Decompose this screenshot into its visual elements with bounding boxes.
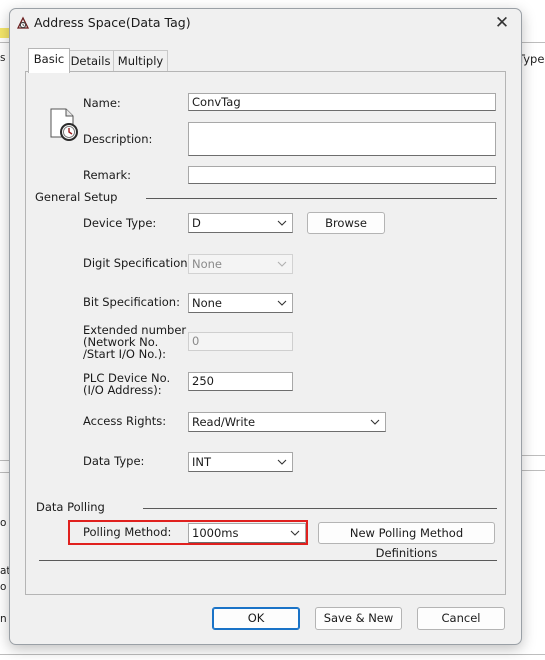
name-label: Name: <box>83 96 121 110</box>
chevron-down-icon <box>277 261 287 267</box>
tab-multiply[interactable]: Multiply <box>113 50 168 72</box>
data-type-label: Data Type: <box>83 454 145 468</box>
polling-method-select[interactable]: 1000ms <box>188 523 306 543</box>
tag-app-icon <box>16 16 30 29</box>
close-icon: ✕ <box>494 13 510 33</box>
access-rights-select[interactable]: Read/Write <box>188 412 386 432</box>
tab-details[interactable]: Details <box>67 50 114 72</box>
background-fragment: s <box>0 52 6 64</box>
background-fragment: o <box>0 517 7 529</box>
tab-label: Multiply <box>117 54 164 68</box>
save-and-new-button[interactable]: Save & New <box>315 607 402 630</box>
tab-basic[interactable]: Basic <box>28 48 70 73</box>
background-divider <box>0 654 545 655</box>
access-rights-label: Access Rights: <box>83 414 167 428</box>
plc-device-label-line-2: (I/O Address): <box>83 383 162 397</box>
cancel-button[interactable]: Cancel <box>417 607 505 630</box>
data-polling-divider <box>143 508 497 509</box>
window-title: Address Space(Data Tag) <box>34 15 191 30</box>
chevron-down-icon <box>277 459 287 465</box>
access-rights-value: Read/Write <box>192 415 256 429</box>
basic-tab-panel: Name: ConvTag Description: Remark: Gener… <box>25 71 506 595</box>
tab-label: Basic <box>33 52 65 66</box>
device-type-value: D <box>192 216 201 230</box>
chevron-down-icon <box>370 419 380 425</box>
data-polling-title: Data Polling <box>36 500 105 514</box>
document-clock-icon <box>50 108 78 141</box>
background-fragment: n <box>0 613 7 625</box>
address-space-dialog: Address Space(Data Tag) ✕ Details Multip… <box>9 8 522 645</box>
close-button[interactable]: ✕ <box>491 12 513 34</box>
data-type-select[interactable]: INT <box>188 452 293 472</box>
description-input[interactable] <box>188 122 496 156</box>
plc-device-input[interactable]: 250 <box>188 372 293 391</box>
description-label: Description: <box>83 132 153 146</box>
general-setup-title: General Setup <box>35 190 118 204</box>
extended-number-label-line-3: /Start I/O No.): <box>83 347 167 361</box>
remark-label: Remark: <box>83 168 132 182</box>
title-bar[interactable]: Address Space(Data Tag) ✕ <box>10 9 521 39</box>
digit-spec-select: None <box>188 254 293 274</box>
device-type-select[interactable]: D <box>188 213 293 233</box>
chevron-down-icon <box>277 300 287 306</box>
chevron-down-icon <box>277 220 287 226</box>
background-divider <box>520 470 545 471</box>
polling-bottom-divider <box>39 560 497 561</box>
digit-spec-label: Digit Specification: <box>83 256 192 270</box>
remark-input[interactable] <box>188 166 496 184</box>
tab-label: Details <box>70 54 111 68</box>
background-divider <box>0 472 9 473</box>
polling-method-value: 1000ms <box>192 526 239 540</box>
browse-button[interactable]: Browse <box>307 212 385 234</box>
general-setup-divider <box>146 198 497 199</box>
bit-spec-label: Bit Specification: <box>83 295 180 309</box>
background-divider <box>520 455 545 456</box>
background-toolbar-swatch <box>0 28 9 38</box>
bit-spec-value: None <box>192 296 223 310</box>
extended-number-input: 0 <box>188 332 293 351</box>
new-polling-method-definitions-button[interactable]: New Polling Method Definitions <box>318 522 495 560</box>
background-fragment: o <box>0 581 7 593</box>
ok-button[interactable]: OK <box>212 607 300 630</box>
bit-spec-select[interactable]: None <box>188 293 293 313</box>
chevron-down-icon <box>290 530 300 536</box>
background-divider <box>0 460 9 461</box>
name-input[interactable]: ConvTag <box>188 93 496 111</box>
polling-method-label: Polling Method: <box>83 525 172 539</box>
data-type-value: INT <box>192 455 212 469</box>
device-type-label: Device Type: <box>83 216 157 230</box>
digit-spec-value: None <box>192 257 223 271</box>
